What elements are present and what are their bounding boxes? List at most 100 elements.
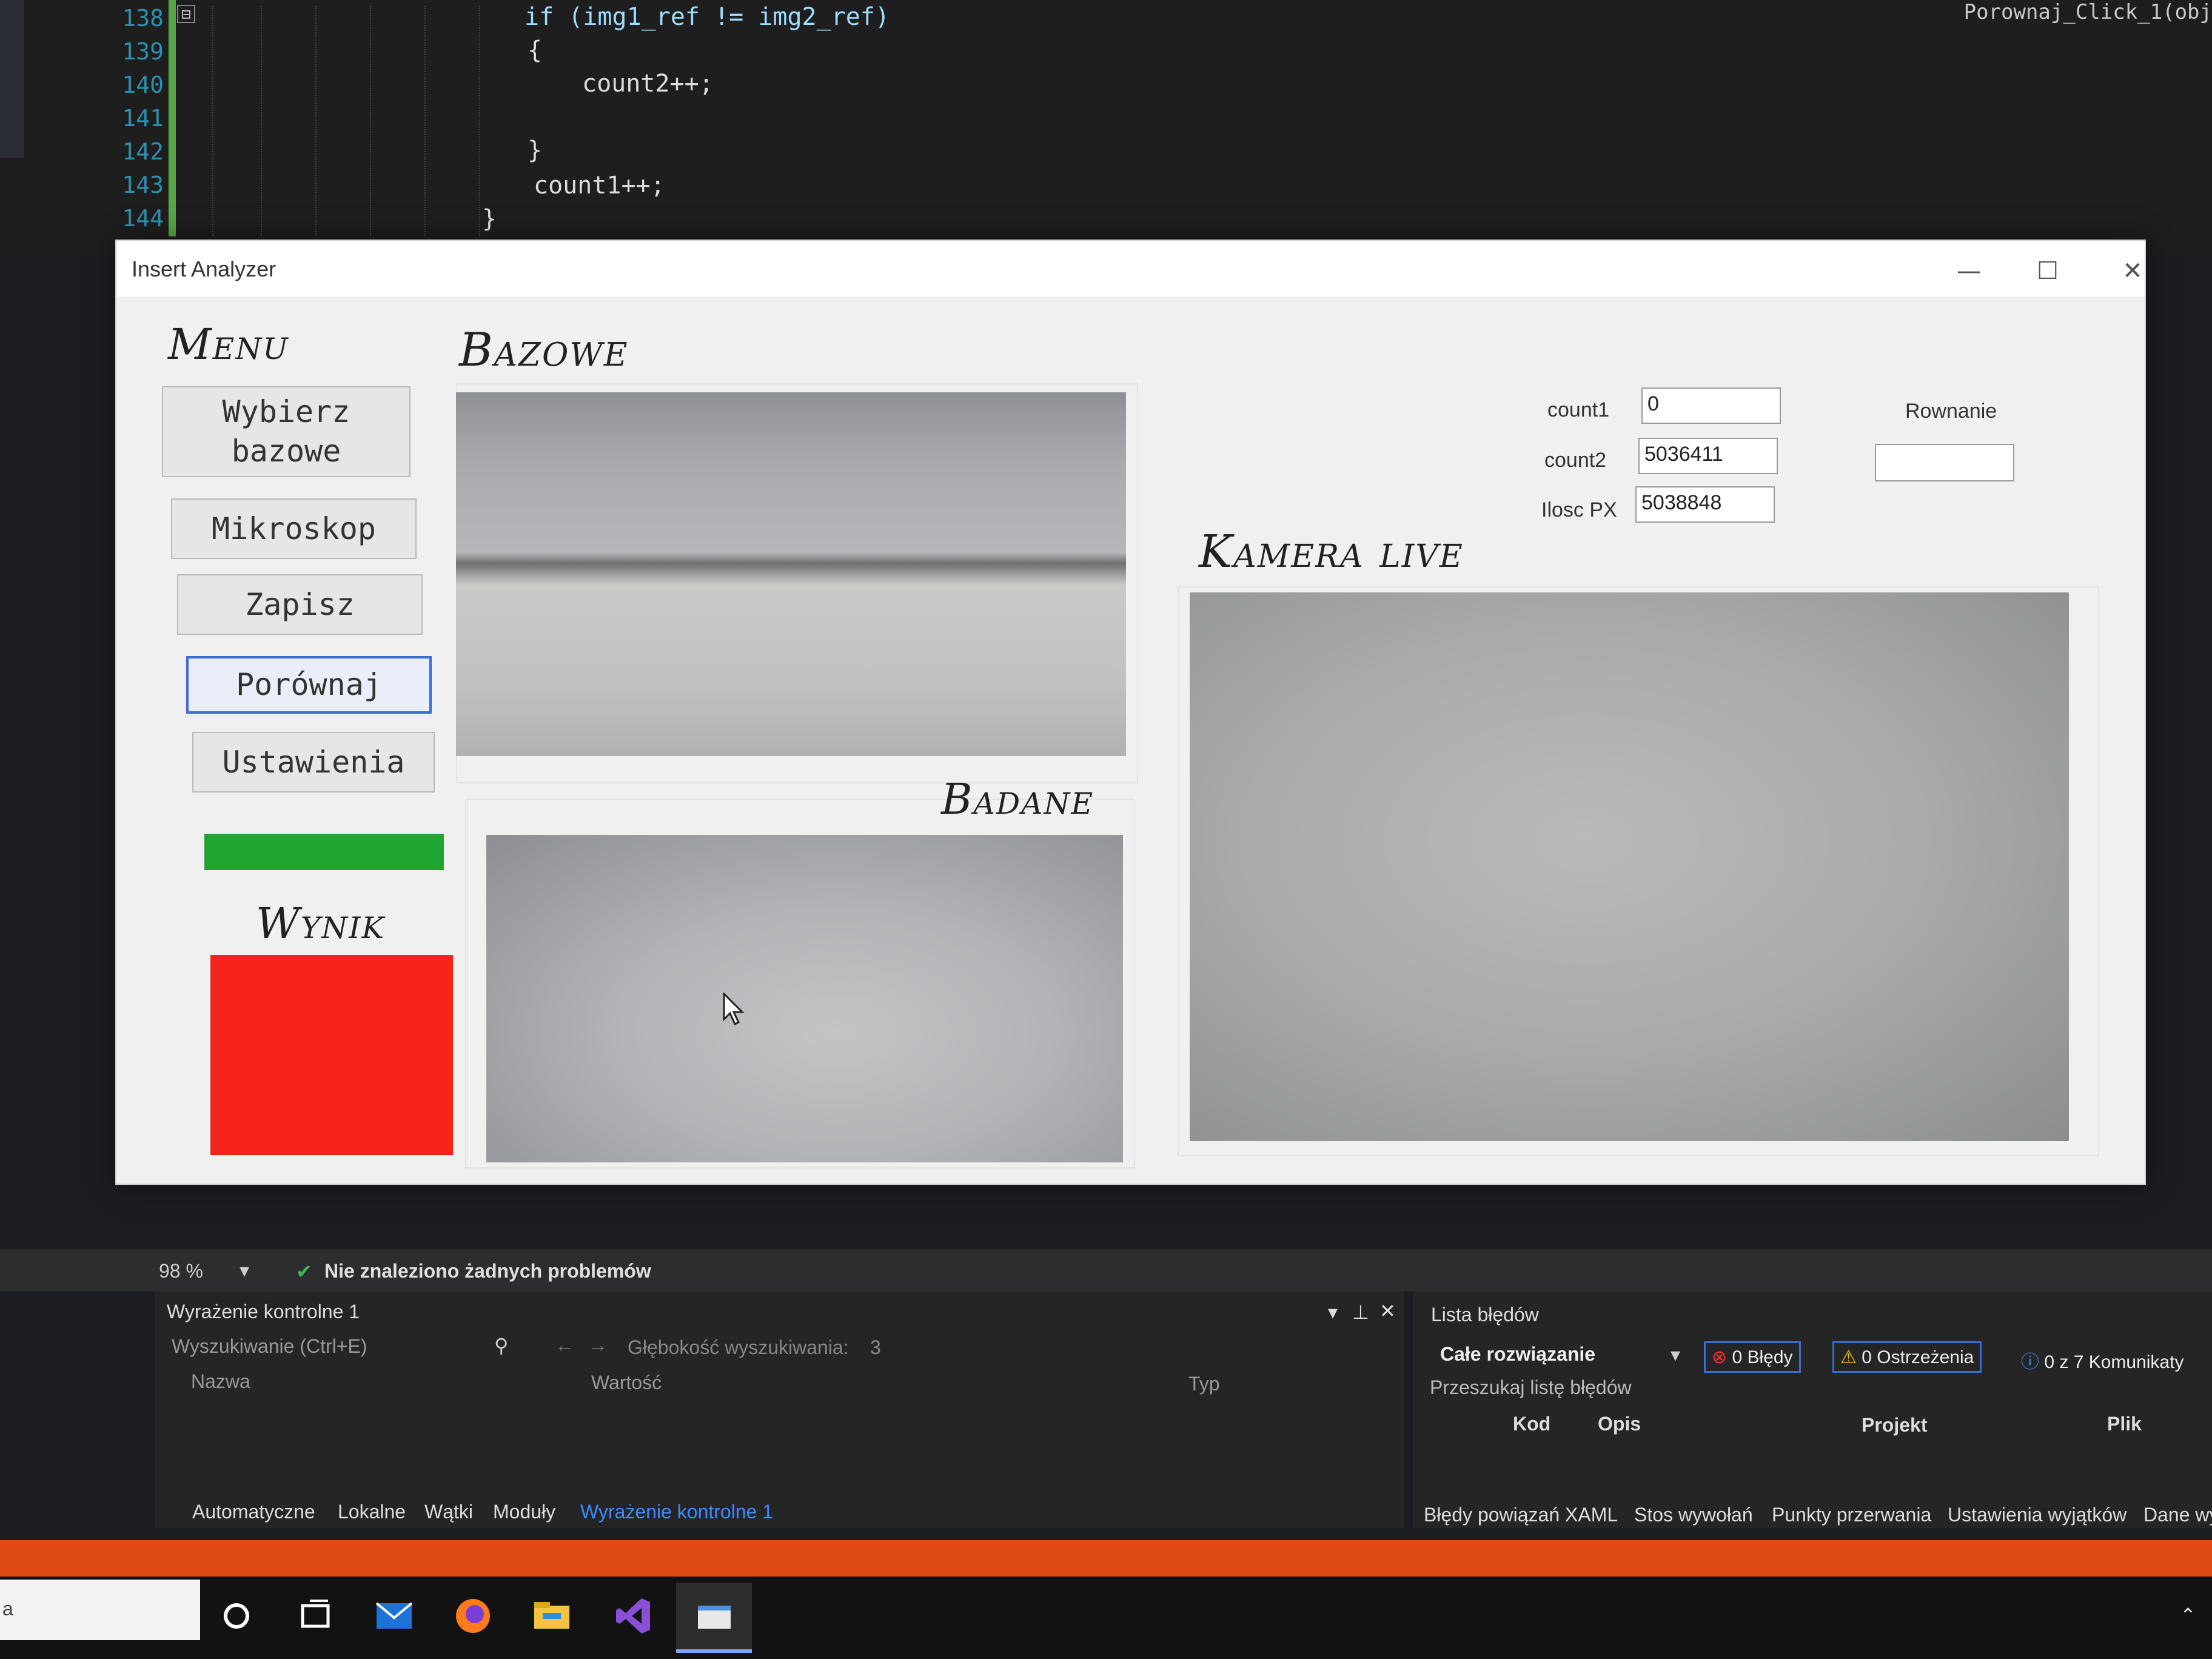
taskbar-search-box[interactable]: a xyxy=(0,1580,200,1640)
count2-label: count2 xyxy=(1544,449,1607,472)
line-number: 141 xyxy=(122,105,164,132)
editor-member-dropdown[interactable]: Porownaj_Click_1(obj xyxy=(1964,0,2212,24)
line-number: 143 xyxy=(122,172,164,198)
search-depth-select[interactable]: 3 xyxy=(870,1336,881,1359)
panel-options-icon[interactable]: ▾ xyxy=(1328,1301,1338,1324)
collapse-toggle-icon[interactable]: ⊟ xyxy=(177,5,195,23)
taskbar-search-text: a xyxy=(2,1598,13,1620)
line-number: 138 xyxy=(122,5,164,32)
tested-image xyxy=(486,835,1123,1162)
check-circle-icon: ✔ xyxy=(296,1261,312,1282)
editor-status-bar: 98 % ▾ ✔ Nie znaleziono żadnych problemó… xyxy=(0,1249,2212,1292)
equation-field[interactable] xyxy=(1875,444,2014,481)
settings-button[interactable]: Ustawienia xyxy=(192,732,435,793)
tab-output[interactable]: Dane wy xyxy=(2143,1504,2212,1526)
code-editor[interactable]: 138 139 140 141 142 143 144 ⊟ if (img1_r… xyxy=(0,0,2212,255)
tab-threads[interactable]: Wątki xyxy=(424,1501,473,1523)
pixel-count-label: Ilosc PX xyxy=(1541,498,1617,521)
indent-guide xyxy=(370,6,371,236)
change-indicator-bar xyxy=(169,0,176,236)
code-line[interactable]: { xyxy=(528,36,542,64)
system-tray-chevron-icon[interactable]: ⌃ xyxy=(2180,1604,2196,1627)
code-line[interactable]: } xyxy=(482,205,497,233)
back-arrow-icon[interactable]: ← xyxy=(555,1334,574,1356)
problems-status[interactable]: Nie znaleziono żadnych problemów xyxy=(324,1260,651,1282)
scope-dropdown[interactable]: Całe rozwiązanie xyxy=(1440,1343,1595,1366)
tab-xaml-binding-errors[interactable]: Błędy powiązań XAML xyxy=(1424,1504,1618,1526)
minimize-icon[interactable]: — xyxy=(1936,253,2002,289)
firefox-icon[interactable] xyxy=(452,1595,494,1637)
progress-bar-fill xyxy=(204,834,444,870)
column-file[interactable]: Plik xyxy=(2107,1413,2142,1435)
progress-bar xyxy=(204,834,444,870)
pixel-count-field[interactable]: 5038848 xyxy=(1635,486,1775,523)
column-project[interactable]: Projekt xyxy=(1862,1414,1927,1436)
count1-label: count1 xyxy=(1547,398,1610,421)
indent-guide xyxy=(212,6,213,236)
task-view-icon[interactable] xyxy=(294,1595,337,1637)
mail-icon[interactable] xyxy=(373,1595,415,1637)
error-icon: ⊗ xyxy=(1712,1347,1728,1367)
warnings-filter-button[interactable]: ⚠ 0 Ostrzeżenia xyxy=(1832,1341,1982,1373)
tab-breakpoints[interactable]: Punkty przerwania xyxy=(1772,1504,1931,1526)
count1-field[interactable]: 0 xyxy=(1641,387,1781,424)
errors-filter-button[interactable]: ⊗ 0 Błędy xyxy=(1704,1341,1801,1373)
pin-icon[interactable]: ⊥ xyxy=(1352,1301,1369,1324)
tab-modules[interactable]: Moduły xyxy=(493,1501,555,1523)
tab-autos[interactable]: Automatyczne xyxy=(192,1501,315,1523)
errors-filter-label: 0 Błędy xyxy=(1732,1347,1793,1367)
tab-call-stack[interactable]: Stos wywołań xyxy=(1634,1504,1753,1526)
editor-left-strip xyxy=(0,0,24,158)
line-number: 139 xyxy=(122,38,164,65)
cortana-icon[interactable] xyxy=(215,1595,258,1637)
maximize-icon[interactable]: ☐ xyxy=(2014,253,2081,289)
select-base-button[interactable]: Wybierz bazowe xyxy=(162,386,411,477)
indent-guide xyxy=(261,6,262,236)
column-type: Typ xyxy=(1188,1373,1220,1395)
save-button[interactable]: Zapisz xyxy=(177,574,423,635)
tab-watch-1[interactable]: Wyrażenie kontrolne 1 xyxy=(580,1501,773,1523)
tested-image-heading: Badane xyxy=(941,774,1094,824)
live-camera-feed xyxy=(1190,592,2069,1141)
mouse-cursor-icon xyxy=(723,993,745,1026)
window-title: Insert Analyzer xyxy=(132,256,276,281)
file-explorer-icon[interactable] xyxy=(531,1595,573,1637)
visual-studio-icon[interactable] xyxy=(612,1595,655,1637)
watch-title: Wyrażenie kontrolne 1 xyxy=(167,1301,360,1322)
equation-label: Rownanie xyxy=(1905,400,1997,423)
result-indicator xyxy=(210,955,453,1155)
code-line[interactable]: } xyxy=(528,136,542,164)
column-description[interactable]: Opis xyxy=(1598,1413,1641,1435)
search-icon[interactable]: ⚲ xyxy=(494,1334,508,1357)
indent-guide xyxy=(424,6,426,236)
column-code[interactable]: Kod xyxy=(1513,1413,1550,1435)
compare-button[interactable]: Porównaj xyxy=(186,656,432,714)
count2-field[interactable]: 5036411 xyxy=(1638,438,1778,474)
base-image-heading: Bazowe xyxy=(459,323,629,377)
panel-close-icon[interactable]: ✕ xyxy=(1379,1299,1396,1322)
tab-locals[interactable]: Lokalne xyxy=(338,1501,406,1523)
messages-filter-button[interactable]: ⓘ 0 z 7 Komunikaty xyxy=(2013,1341,2191,1373)
warnings-filter-label: 0 Ostrzeżenia xyxy=(1862,1347,1974,1367)
code-line[interactable]: count2++; xyxy=(582,70,714,98)
error-search-input[interactable]: Przeszukaj listę błędów xyxy=(1430,1376,1632,1399)
watch-search-input[interactable]: Wyszukiwanie (Ctrl+E) xyxy=(172,1335,367,1358)
indent-guide xyxy=(315,6,317,236)
code-line[interactable]: count1++; xyxy=(534,172,665,199)
active-app-taskbar-button[interactable] xyxy=(676,1583,752,1653)
windows-taskbar: a ⌃ xyxy=(0,1577,2212,1659)
line-number: 140 xyxy=(122,72,164,98)
insert-analyzer-window: Insert Analyzer — ☐ ✕ Menu Wybierz bazow… xyxy=(115,240,2146,1185)
zoom-level[interactable]: 98 % xyxy=(159,1260,203,1282)
search-depth-label: Głębokość wyszukiwania: xyxy=(628,1336,849,1358)
forward-arrow-icon[interactable]: → xyxy=(588,1334,608,1356)
code-line[interactable]: if (img1_ref != img2_ref) xyxy=(525,3,890,31)
zoom-dropdown-icon[interactable]: ▾ xyxy=(240,1259,249,1282)
tab-exception-settings[interactable]: Ustawienia wyjątków xyxy=(1948,1504,2127,1526)
title-bar[interactable]: Insert Analyzer — ☐ ✕ xyxy=(116,241,2145,297)
microscope-button[interactable]: Mikroskop xyxy=(171,498,417,559)
watch-panel: Wyrażenie kontrolne 1 ▾ ⊥ ✕ Wyszukiwanie… xyxy=(155,1292,1404,1528)
chevron-down-icon[interactable]: ▾ xyxy=(1671,1343,1680,1366)
messages-filter-label: 0 z 7 Komunikaty xyxy=(2044,1352,2184,1372)
close-icon[interactable]: ✕ xyxy=(2099,253,2166,289)
